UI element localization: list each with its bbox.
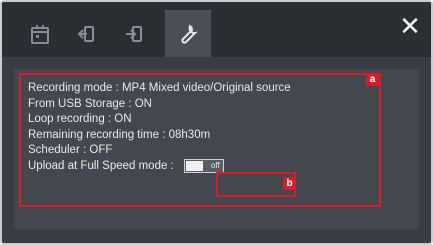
tab-settings[interactable] bbox=[165, 10, 211, 57]
calendar-icon bbox=[31, 24, 49, 44]
callout-tag-b: b bbox=[283, 177, 296, 190]
callout-tag-a: a bbox=[366, 73, 379, 86]
wrench-icon bbox=[181, 23, 198, 44]
close-button[interactable]: ✕ bbox=[399, 14, 421, 40]
usb-export-icon bbox=[77, 25, 94, 42]
callout-box-a bbox=[19, 73, 381, 207]
tab-schedule[interactable] bbox=[18, 10, 62, 57]
usb-import-icon bbox=[126, 25, 142, 42]
settings-panel: ✕ Recording mode : MP4 Mixed video/Origi… bbox=[0, 0, 433, 245]
tab-usb-import[interactable] bbox=[114, 10, 158, 57]
tab-bar: ✕ bbox=[2, 2, 431, 57]
tab-usb-export[interactable] bbox=[66, 10, 110, 57]
